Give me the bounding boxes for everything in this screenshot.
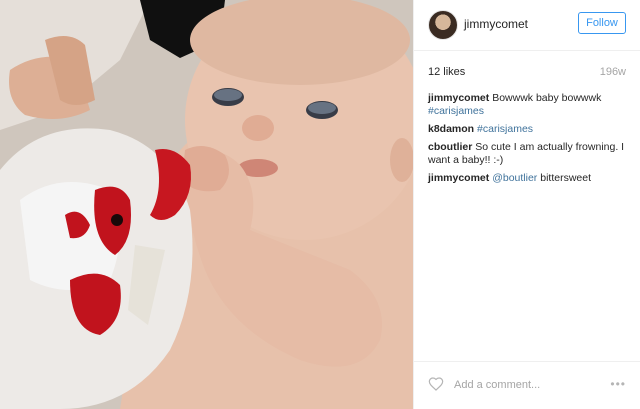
comment-item: k8damon #carisjames xyxy=(428,123,626,136)
comment-username[interactable]: jimmycomet xyxy=(428,92,489,104)
username-link[interactable]: jimmycomet xyxy=(464,17,528,31)
comment-footer: ••• xyxy=(414,361,640,409)
comment-item: jimmycomet Bowwwk baby bowwwk #carisjame… xyxy=(428,92,626,118)
add-comment-input[interactable] xyxy=(452,374,586,396)
comment-item: cboutlier So cute I am actually frowning… xyxy=(428,141,626,167)
follow-button[interactable]: Follow xyxy=(578,12,626,34)
avatar[interactable] xyxy=(428,10,458,40)
post-header: jimmycomet Follow xyxy=(414,0,640,51)
mention-link[interactable]: @boutlier xyxy=(492,172,537,184)
post-meta: 12 likes 196w xyxy=(428,66,626,78)
comment-item: jimmycomet @boutlier bittersweet xyxy=(428,172,626,185)
heart-icon[interactable] xyxy=(428,376,444,392)
comment-username[interactable]: jimmycomet xyxy=(428,172,489,184)
hashtag-link[interactable]: #carisjames xyxy=(428,105,484,117)
comment-username[interactable]: cboutlier xyxy=(428,141,472,153)
hashtag-link[interactable]: #carisjames xyxy=(477,123,533,135)
post-photo[interactable] xyxy=(0,0,413,409)
post-window: jimmycomet Follow 12 likes 196w jimmycom… xyxy=(0,0,640,409)
more-options-icon[interactable]: ••• xyxy=(610,378,626,390)
comment-text: Bowwwk baby bowwwk xyxy=(492,92,602,104)
comment-text: bittersweet xyxy=(540,172,592,184)
post-age[interactable]: 196w xyxy=(600,66,626,78)
comments-list: jimmycomet Bowwwk baby bowwwk #carisjame… xyxy=(428,92,626,190)
likes-count[interactable]: 12 likes xyxy=(428,66,465,78)
photo-illustration xyxy=(0,0,413,409)
post-details-panel: jimmycomet Follow 12 likes 196w jimmycom… xyxy=(413,0,640,409)
comment-username[interactable]: k8damon xyxy=(428,123,474,135)
